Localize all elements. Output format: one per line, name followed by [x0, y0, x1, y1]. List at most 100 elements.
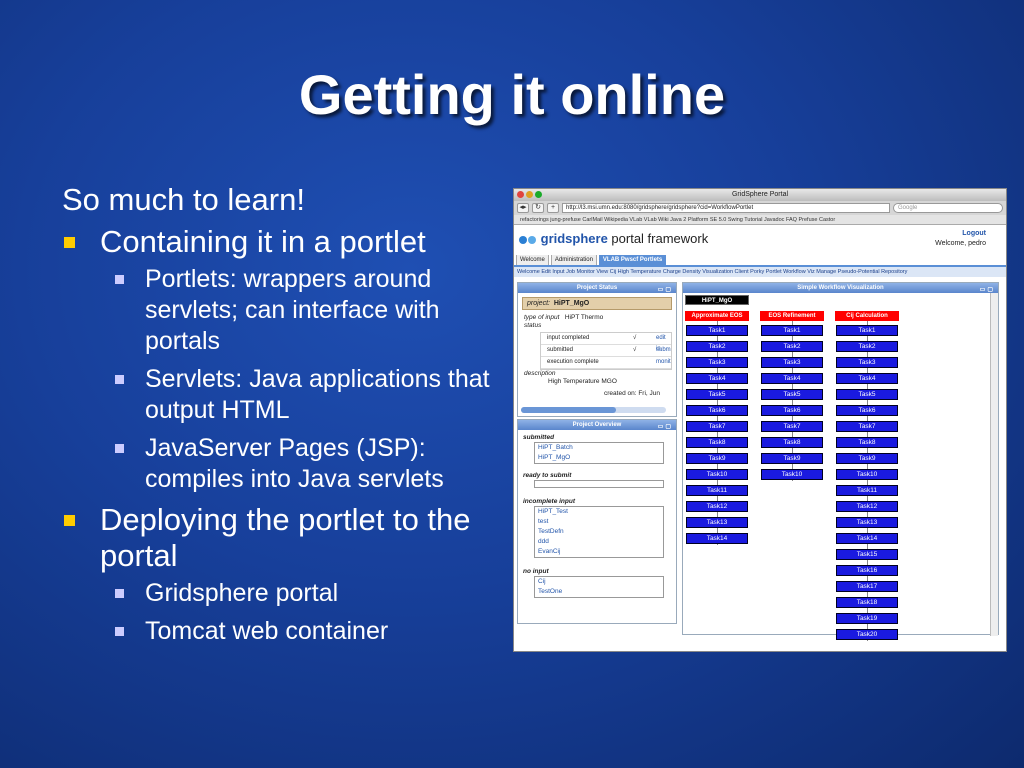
workflow-task-node[interactable]: Task6 [836, 405, 898, 416]
workflow-task-node[interactable]: Task5 [686, 389, 748, 400]
tab-welcome[interactable]: Welcome [516, 254, 549, 265]
workflow-header: Simple Workflow Visualization ▭▢ [683, 283, 998, 293]
workflow-task-node[interactable]: Task10 [761, 469, 823, 480]
square-bullet-icon [115, 275, 124, 284]
workflow-task-node[interactable]: Task18 [836, 597, 898, 608]
workflow-task-node[interactable]: Task2 [761, 341, 823, 352]
reload-icon[interactable]: ↻ [532, 203, 544, 213]
workflow-portlet: Simple Workflow Visualization ▭▢ HiPT_MgO… [682, 282, 999, 641]
project-item[interactable]: HiPT_Batch [538, 443, 663, 453]
user-area: Logout Welcome, pedro [935, 229, 986, 249]
logo-dots-icon [528, 235, 536, 244]
project-list[interactable] [534, 480, 664, 488]
workflow-task-node[interactable]: Task15 [836, 549, 898, 560]
workflow-task-node[interactable]: Task14 [686, 533, 748, 544]
workflow-task-node[interactable]: Task1 [761, 325, 823, 336]
workflow-task-node[interactable]: Task9 [761, 453, 823, 464]
workflow-task-node[interactable]: Task9 [836, 453, 898, 464]
window-title: GridSphere Portal [731, 191, 789, 198]
workflow-task-node[interactable]: Task19 [836, 613, 898, 624]
zoom-icon[interactable] [535, 191, 542, 198]
vertical-scrollbar[interactable] [990, 293, 998, 636]
group-label: no input [523, 568, 549, 575]
workflow-task-node[interactable]: Task2 [686, 341, 748, 352]
project-item[interactable]: HiPT_MgO [538, 453, 663, 463]
workflow-task-node[interactable]: Task5 [761, 389, 823, 400]
workflow-task-node[interactable]: Task3 [686, 357, 748, 368]
project-item[interactable]: HiPT_Test [538, 507, 663, 517]
tab-vlab-pwscf-portlets[interactable]: VLAB Pwscf Portlets [598, 254, 667, 265]
close-icon[interactable] [517, 191, 524, 198]
url-field[interactable]: http://l3.msi.umn.edu:8080/gridsphere/gr… [562, 203, 890, 213]
project-overview-portlet: Project Overview ▭▢ submitted HiPT_Batch … [517, 419, 677, 624]
workflow-task-node[interactable]: Task16 [836, 565, 898, 576]
status-row: input completed √ edit in [541, 333, 671, 352]
window-controls-icon[interactable]: ▭▢ [658, 285, 673, 295]
workflow-stage-header[interactable]: Cij Calculation [835, 311, 899, 321]
back-forward-icon[interactable]: ◂▸ [517, 203, 529, 213]
workflow-task-node[interactable]: Task6 [761, 405, 823, 416]
project-item[interactable]: EvanCij [538, 547, 663, 557]
workflow-task-node[interactable]: Task8 [761, 437, 823, 448]
workflow-task-node[interactable]: Task1 [686, 325, 748, 336]
portlet-subnav[interactable]: Welcome Edit Input Job Monitor View Cij … [514, 267, 1006, 277]
workflow-task-node[interactable]: Task9 [686, 453, 748, 464]
description-label: description [524, 370, 556, 377]
workflow-root-node[interactable]: HiPT_MgO [685, 295, 749, 305]
workflow-stage-header[interactable]: Approximate EOS [685, 311, 749, 321]
workflow-task-node[interactable]: Task7 [761, 421, 823, 432]
workflow-task-node[interactable]: Task5 [836, 389, 898, 400]
project-item[interactable]: ddd [538, 537, 663, 547]
workflow-task-node[interactable]: Task11 [686, 485, 748, 496]
workflow-task-node[interactable]: Task13 [686, 517, 748, 528]
workflow-task-node[interactable]: Task4 [836, 373, 898, 384]
tab-administration[interactable]: Administration [550, 254, 597, 265]
workflow-task-node[interactable]: Task11 [836, 485, 898, 496]
workflow-task-node[interactable]: Task3 [836, 357, 898, 368]
workflow-task-node[interactable]: Task14 [836, 533, 898, 544]
project-item[interactable]: Cij [538, 577, 663, 587]
bookmarks-bar[interactable]: refactorings jung-prefuse CarlMail Wikip… [514, 215, 1006, 225]
workflow-task-node[interactable]: Task12 [686, 501, 748, 512]
minimize-icon[interactable] [526, 191, 533, 198]
workflow-task-node[interactable]: Task13 [836, 517, 898, 528]
logo-brand: gridsphere [540, 231, 608, 246]
browser-titlebar: GridSphere Portal [514, 189, 1006, 201]
sub-bullet-text: Gridsphere portal [145, 579, 339, 607]
horizontal-scrollbar[interactable] [521, 407, 666, 413]
status-name: submitted [547, 347, 574, 353]
window-controls-icon[interactable]: ▭▢ [658, 422, 673, 432]
workflow-stage-header[interactable]: EOS Refinement [760, 311, 824, 321]
workflow-task-node[interactable]: Task20 [836, 629, 898, 640]
search-field[interactable]: Google [893, 203, 1003, 213]
workflow-task-node[interactable]: Task3 [761, 357, 823, 368]
project-item[interactable]: test [538, 517, 663, 527]
workflow-task-node[interactable]: Task7 [686, 421, 748, 432]
project-label: project: [527, 300, 550, 307]
workflow-task-node[interactable]: Task1 [836, 325, 898, 336]
logout-link[interactable]: Logout [935, 229, 986, 239]
status-link[interactable]: monit [656, 357, 671, 368]
workflow-task-node[interactable]: Task8 [836, 437, 898, 448]
project-item[interactable]: TestOne [538, 587, 663, 597]
workflow-task-node[interactable]: Task4 [761, 373, 823, 384]
workflow-task-node[interactable]: Task10 [836, 469, 898, 480]
workflow-task-node[interactable]: Task2 [836, 341, 898, 352]
group-label: ready to submit [523, 472, 572, 479]
status-link[interactable]: subm [656, 345, 671, 356]
status-name: execution complete [547, 359, 599, 365]
workflow-task-node[interactable]: Task4 [686, 373, 748, 384]
add-bookmark-icon[interactable]: + [547, 203, 559, 213]
project-item[interactable]: TestDefn [538, 527, 663, 537]
workflow-task-node[interactable]: Task8 [686, 437, 748, 448]
workflow-task-node[interactable]: Task10 [686, 469, 748, 480]
bullet-text: Deploying the portlet to the portal [100, 502, 471, 573]
check-icon: √ [633, 335, 637, 341]
workflow-task-node[interactable]: Task17 [836, 581, 898, 592]
square-bullet-icon [115, 375, 124, 384]
workflow-task-node[interactable]: Task7 [836, 421, 898, 432]
workflow-task-node[interactable]: Task6 [686, 405, 748, 416]
portal-screenshot: GridSphere Portal ◂▸ ↻ + http://l3.msi.u… [513, 188, 1007, 652]
project-status-header: Project Status ▭▢ [518, 283, 676, 293]
workflow-task-node[interactable]: Task12 [836, 501, 898, 512]
